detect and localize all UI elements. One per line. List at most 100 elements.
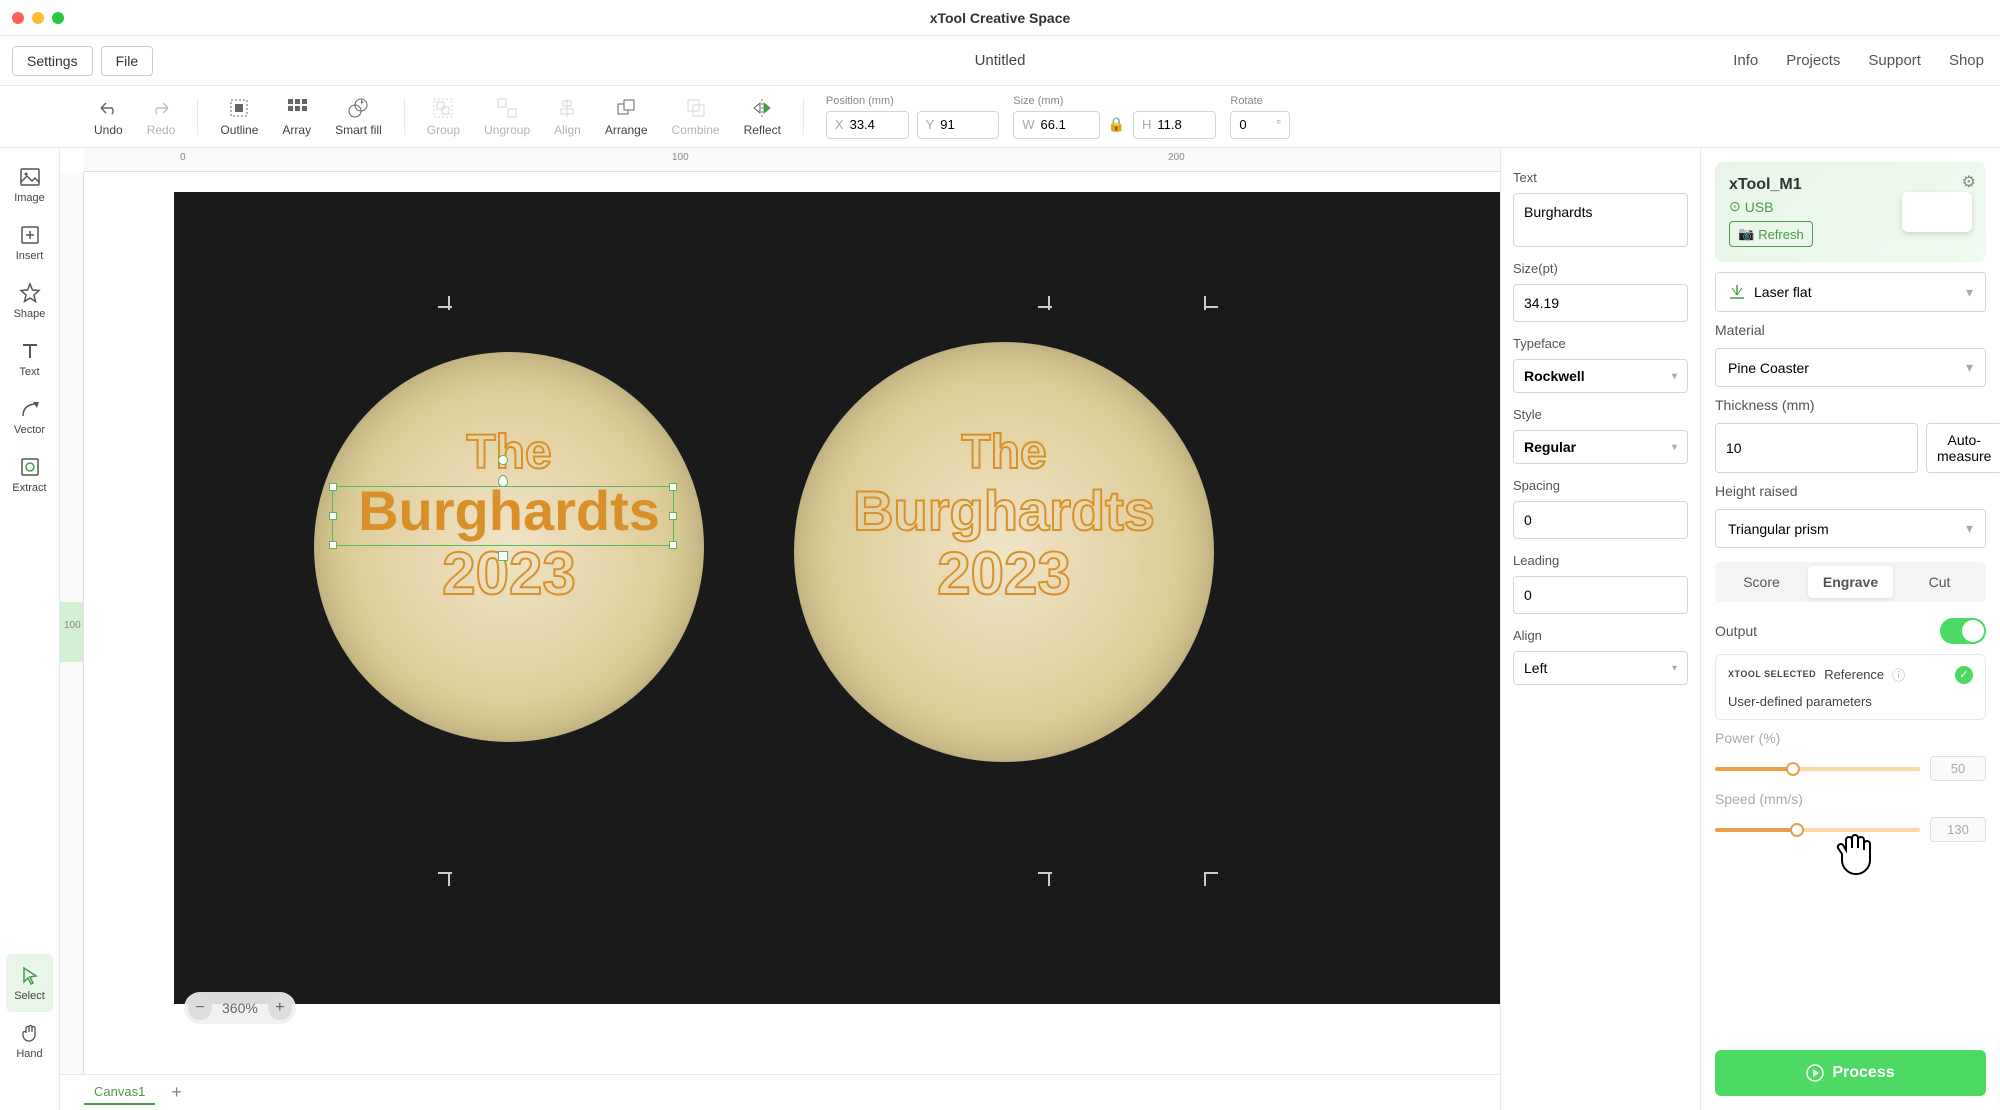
crop-mark-icon (1204, 872, 1222, 890)
slider-thumb[interactable] (1786, 762, 1800, 776)
chevron-down-icon: ▾ (1672, 442, 1677, 453)
thickness-input[interactable] (1715, 423, 1918, 473)
speed-slider-row: 130 (1715, 817, 1986, 842)
smartfill-icon (346, 96, 370, 120)
reflect-button[interactable]: Reflect (734, 94, 791, 139)
bend-handle[interactable] (498, 551, 508, 561)
spacing-input[interactable] (1513, 501, 1688, 539)
rail-insert[interactable]: Insert (0, 214, 59, 272)
smartfill-button[interactable]: Smart fill (325, 94, 392, 139)
style-select[interactable]: Regular▾ (1513, 430, 1688, 464)
typeface-select[interactable]: Rockwell▾ (1513, 359, 1688, 393)
position-x-input[interactable]: X (826, 111, 909, 139)
minimize-button[interactable] (32, 12, 44, 24)
size-input[interactable] (1513, 284, 1688, 322)
resize-handle[interactable] (329, 483, 337, 491)
resize-handle[interactable] (669, 512, 677, 520)
rail-extract[interactable]: Extract (0, 446, 59, 504)
combine-icon (684, 96, 708, 120)
tab-cut[interactable]: Cut (1897, 566, 1982, 598)
height-select[interactable]: Triangular prism▾ (1715, 509, 1986, 548)
rotate-input[interactable]: ° (1230, 111, 1290, 139)
zoom-in-button[interactable]: + (268, 996, 292, 1020)
menubar: Settings File Untitled Info Projects Sup… (0, 36, 2000, 86)
crop-mark-icon (1034, 292, 1052, 310)
text-icon (19, 340, 41, 362)
rail-image[interactable]: Image (0, 156, 59, 214)
tab-engrave[interactable]: Engrave (1808, 566, 1893, 598)
align-icon (555, 96, 579, 120)
close-button[interactable] (12, 12, 24, 24)
size-h-input[interactable]: H (1133, 111, 1216, 139)
rail-select[interactable]: Select (6, 954, 53, 1012)
process-button[interactable]: Process (1715, 1050, 1986, 1096)
outline-button[interactable]: Outline (210, 94, 268, 139)
window-controls (12, 12, 64, 24)
resize-handle[interactable] (329, 541, 337, 549)
play-icon (1806, 1064, 1824, 1082)
vector-icon (19, 398, 41, 420)
auto-measure-button[interactable]: Auto-measure (1926, 423, 2000, 473)
insert-icon (19, 224, 41, 246)
canvas-tabs: Canvas1 + (60, 1074, 1500, 1110)
rail-hand[interactable]: Hand (0, 1012, 59, 1070)
info-link[interactable]: Info (1733, 52, 1758, 69)
rail-shape[interactable]: Shape (0, 272, 59, 330)
canvas-body[interactable]: The Burghardts 2023 The Burghardts 2023 (84, 172, 1500, 1074)
mode-select[interactable]: Laser flat ▾ (1715, 272, 1986, 312)
toolbar: Undo Redo Outline Array Smart fill Group… (0, 86, 2000, 148)
resize-handle[interactable] (669, 483, 677, 491)
user-params-row[interactable]: User-defined parameters (1728, 694, 1973, 709)
file-button[interactable]: File (101, 46, 154, 76)
material-select[interactable]: Pine Coaster▾ (1715, 348, 1986, 387)
position-y-input[interactable]: Y (917, 111, 1000, 139)
reference-row[interactable]: XTOOL SELECTED Reference ⓘ ✓ (1728, 665, 1973, 684)
reflect-icon (750, 96, 774, 120)
slider-thumb[interactable] (1790, 823, 1804, 837)
engraved-text-right[interactable]: The Burghardts 2023 (814, 427, 1194, 607)
xtool-selected-badge: XTOOL SELECTED (1728, 670, 1816, 679)
tab-score[interactable]: Score (1719, 566, 1804, 598)
zoom-out-button[interactable]: − (188, 996, 212, 1020)
arrange-button[interactable]: Arrange (595, 94, 658, 139)
ruler-horizontal: 0 100 200 (84, 148, 1500, 172)
anchor-handle[interactable] (498, 475, 508, 487)
speed-slider[interactable] (1715, 828, 1920, 832)
resize-handle[interactable] (669, 541, 677, 549)
text-input[interactable]: Burghardts (1513, 193, 1688, 247)
support-link[interactable]: Support (1868, 52, 1921, 69)
undo-button[interactable]: Undo (84, 94, 133, 139)
lock-aspect-icon[interactable]: 🔒 (1108, 116, 1125, 133)
align-select[interactable]: Left▾ (1513, 651, 1688, 685)
power-value: 50 (1930, 756, 1986, 781)
chevron-down-icon: ▾ (1966, 284, 1973, 301)
size-w-input[interactable]: W (1013, 111, 1099, 139)
add-canvas-button[interactable]: + (163, 1082, 190, 1103)
rail-text[interactable]: Text (0, 330, 59, 388)
array-button[interactable]: Array (272, 94, 321, 139)
resize-handle[interactable] (329, 512, 337, 520)
refresh-button[interactable]: 📷Refresh (1729, 221, 1813, 247)
speed-label: Speed (mm/s) (1715, 791, 1986, 807)
maximize-button[interactable] (52, 12, 64, 24)
projects-link[interactable]: Projects (1786, 52, 1840, 69)
chevron-down-icon: ▾ (1966, 520, 1973, 537)
selection-bounding-box[interactable] (332, 486, 674, 546)
power-slider[interactable] (1715, 767, 1920, 771)
leading-label: Leading (1513, 553, 1688, 568)
shop-link[interactable]: Shop (1949, 52, 1984, 69)
style-label: Style (1513, 407, 1688, 422)
canvas-tab-1[interactable]: Canvas1 (84, 1080, 155, 1105)
power-slider-row: 50 (1715, 756, 1986, 781)
info-icon[interactable]: ⓘ (1892, 665, 1905, 684)
position-group: Position (mm) X Y (826, 95, 999, 139)
rail-vector[interactable]: Vector (0, 388, 59, 446)
app-title: xTool Creative Space (930, 10, 1071, 26)
gear-icon[interactable]: ⚙ (1962, 172, 1976, 192)
output-toggle[interactable] (1940, 618, 1986, 644)
leading-input[interactable] (1513, 576, 1688, 614)
rotate-handle[interactable] (498, 455, 508, 465)
power-label: Power (%) (1715, 730, 1986, 746)
settings-button[interactable]: Settings (12, 46, 93, 76)
thickness-label: Thickness (mm) (1715, 397, 1986, 413)
